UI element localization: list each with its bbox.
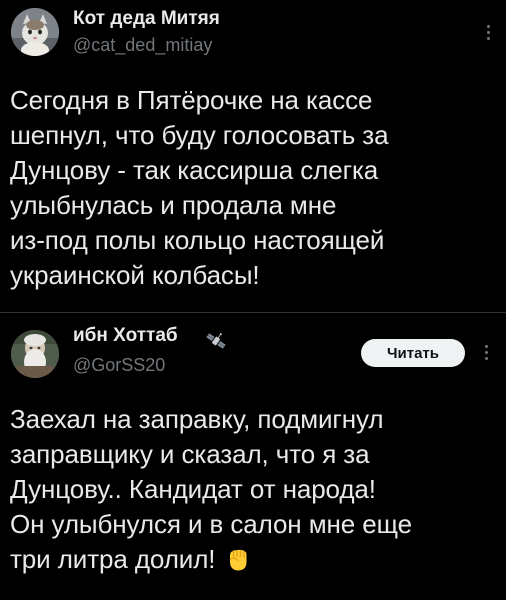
more-vertical-icon[interactable] xyxy=(476,340,496,364)
old-man-avatar[interactable] xyxy=(11,330,59,378)
follow-button[interactable]: Читать xyxy=(361,339,465,367)
tweet-2[interactable]: ибн Хоттаб @GorSS20 Читать Заехал на зап… xyxy=(0,0,506,600)
satellite-icon xyxy=(205,330,227,352)
author-handle[interactable]: @GorSS20 xyxy=(73,355,165,376)
raised-fist-emoji xyxy=(223,544,253,574)
author-name[interactable]: ибн Хоттаб xyxy=(73,325,178,347)
tweet-text: Заехал на заправку, подмигнул заправщику… xyxy=(10,402,496,577)
tweet-text-content: Заехал на заправку, подмигнул заправщику… xyxy=(10,404,412,574)
